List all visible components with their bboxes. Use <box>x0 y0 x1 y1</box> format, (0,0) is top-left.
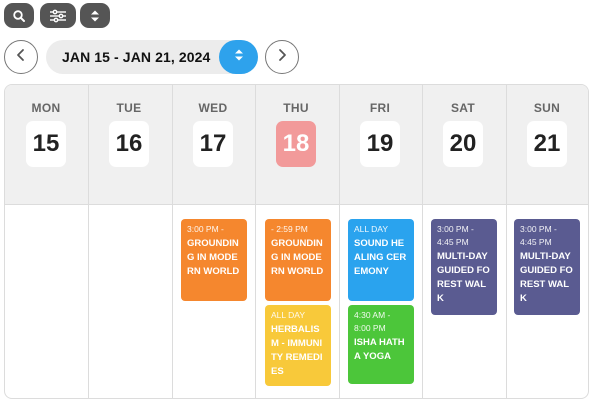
event-time: 3:00 PM - 4:45 PM <box>437 224 474 247</box>
view-toggle-button[interactable] <box>80 3 110 28</box>
day-name-sun: SUN <box>533 101 561 115</box>
event-card[interactable]: 4:30 AM - 8:00 PM ISHA HATHA YOGA <box>348 305 414 384</box>
event-title: HERBALISM - IMMUNITY REMEDIES <box>271 324 323 377</box>
search-button[interactable] <box>4 3 34 28</box>
filter-button[interactable] <box>40 3 76 28</box>
chevron-right-icon <box>276 48 288 67</box>
event-time: 3:00 PM - 4:45 PM <box>520 224 557 247</box>
sliders-icon <box>49 9 67 23</box>
day-date-sat[interactable]: 20 <box>443 121 483 167</box>
day-name-wed: WED <box>198 101 228 115</box>
chevron-left-icon <box>15 48 27 67</box>
up-down-chevron-icon <box>89 8 101 24</box>
column-divider <box>255 85 256 398</box>
calendar-header: MON 15 TUE 16 WED 17 THU 18 FRI 19 SAT 2… <box>5 85 588 205</box>
search-icon <box>12 9 26 23</box>
event-title: SOUND HEALING CEREMONY <box>354 238 407 277</box>
day-date-sun[interactable]: 21 <box>527 121 567 167</box>
event-time: ALL DAY <box>271 310 306 320</box>
date-range-label: JAN 15 - JAN 21, 2024 <box>62 49 211 65</box>
event-card[interactable]: 3:00 PM - 4:45 PM MULTI-DAY GUIDED FORES… <box>514 219 580 315</box>
day-date-wed[interactable]: 17 <box>193 121 233 167</box>
column-divider <box>339 85 340 398</box>
day-date-mon[interactable]: 15 <box>26 121 66 167</box>
event-title: GROUNDING IN MODERN WORLD <box>271 238 324 277</box>
day-name-fri: FRI <box>369 101 391 115</box>
event-card[interactable]: ALL DAY SOUND HEALING CEREMONY <box>348 219 414 301</box>
column-divider <box>506 85 507 398</box>
prev-week-button[interactable] <box>4 40 38 74</box>
event-card[interactable]: ALL DAY HERBALISM - IMMUNITY REMEDIES <box>265 305 331 386</box>
column-divider <box>172 85 173 398</box>
day-name-tue: TUE <box>116 101 142 115</box>
event-time: 4:30 AM - 8:00 PM <box>354 310 391 333</box>
event-title: GROUNDING IN MODERN WORLD <box>187 238 240 277</box>
day-date-thu-today[interactable]: 18 <box>276 121 316 167</box>
event-time: - 2:59 PM <box>271 224 308 234</box>
up-down-chevron-icon <box>233 47 245 68</box>
day-date-tue[interactable]: 16 <box>109 121 149 167</box>
event-card[interactable]: 3:00 PM - GROUNDING IN MODERN WORLD <box>181 219 247 301</box>
column-divider <box>88 85 89 398</box>
week-calendar: MON 15 TUE 16 WED 17 THU 18 FRI 19 SAT 2… <box>4 84 589 399</box>
event-title: MULTI-DAY GUIDED FOREST WALK <box>520 251 573 304</box>
event-title: ISHA HATHA YOGA <box>354 337 405 362</box>
column-divider <box>422 85 423 398</box>
event-title: MULTI-DAY GUIDED FOREST WALK <box>437 251 490 304</box>
next-week-button[interactable] <box>265 40 299 74</box>
event-time: ALL DAY <box>354 224 389 234</box>
day-name-sat: SAT <box>450 101 475 115</box>
event-card[interactable]: 3:00 PM - 4:45 PM MULTI-DAY GUIDED FORES… <box>431 219 497 315</box>
day-date-fri[interactable]: 19 <box>360 121 400 167</box>
event-card[interactable]: - 2:59 PM GROUNDING IN MODERN WORLD <box>265 219 331 301</box>
date-range-toggle[interactable] <box>219 40 258 74</box>
day-name-thu: THU <box>283 101 309 115</box>
day-name-mon: MON <box>31 101 61 115</box>
event-time: 3:00 PM - <box>187 224 224 234</box>
